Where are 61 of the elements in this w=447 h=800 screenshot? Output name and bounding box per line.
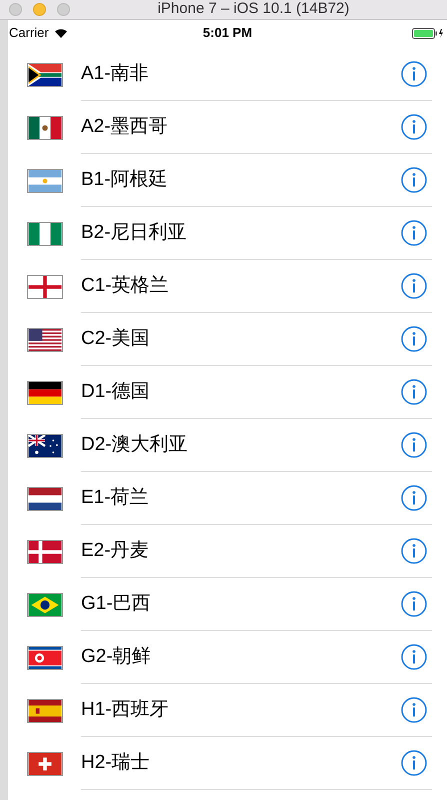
country-label: G1-巴西 <box>81 592 151 616</box>
carrier-label: Carrier <box>9 24 49 42</box>
battery-icon <box>412 28 444 38</box>
flag-icon <box>27 62 63 86</box>
info-icon[interactable] <box>401 379 427 405</box>
info-icon[interactable] <box>401 591 427 617</box>
country-label: E1-荷兰 <box>81 486 149 510</box>
country-label: A1-南非 <box>81 62 149 86</box>
flag-icon <box>27 540 63 564</box>
table-row[interactable]: B2-尼日利亚 <box>8 207 447 260</box>
flag-icon <box>27 592 63 616</box>
table-row[interactable]: G1-巴西 <box>8 578 447 631</box>
flag-icon <box>27 222 63 246</box>
wifi-icon <box>54 28 68 38</box>
flag-icon <box>27 168 63 192</box>
country-label: E2-丹麦 <box>81 538 149 563</box>
info-icon[interactable] <box>401 485 427 511</box>
table-row[interactable]: A1-南非 <box>8 48 447 101</box>
info-icon[interactable] <box>401 432 427 458</box>
flag-icon <box>27 752 63 776</box>
table-row[interactable]: E1-荷兰 <box>8 472 447 525</box>
table-row[interactable]: H1-西班牙 <box>8 684 447 737</box>
country-label: B2-尼日利亚 <box>81 220 187 245</box>
country-label: H2-瑞士 <box>81 750 150 775</box>
window-title: iPhone 7 – iOS 10.1 (14B72) <box>156 0 350 20</box>
table-row[interactable]: D2-澳大利亚 <box>8 419 447 472</box>
flag-icon <box>27 274 63 298</box>
flag-icon <box>27 486 63 510</box>
status-time: 5:01 PM <box>202 24 252 42</box>
table-row[interactable]: D1-德国 <box>8 366 447 419</box>
flag-icon <box>27 116 63 140</box>
flag-icon <box>27 646 63 670</box>
table-row[interactable]: C2-美国 <box>8 313 447 366</box>
table-row[interactable]: C1-英格兰 <box>8 260 447 313</box>
country-label: A2-墨西哥 <box>81 114 168 139</box>
info-icon[interactable] <box>401 697 427 723</box>
table-row[interactable]: B1-阿根廷 <box>8 154 447 207</box>
country-label: D1-德国 <box>81 380 150 404</box>
country-label: D2-澳大利亚 <box>81 432 188 457</box>
info-icon[interactable] <box>401 167 427 193</box>
info-icon[interactable] <box>401 273 427 299</box>
country-label: G2-朝鲜 <box>81 644 151 669</box>
info-icon[interactable] <box>401 538 427 564</box>
flag-icon <box>27 434 63 458</box>
info-icon[interactable] <box>401 220 427 246</box>
flag-icon <box>27 698 63 722</box>
info-icon[interactable] <box>401 326 427 352</box>
table-row[interactable]: H2-瑞士 <box>8 737 447 790</box>
info-icon[interactable] <box>401 750 427 776</box>
info-icon[interactable] <box>401 61 427 87</box>
table-row[interactable]: E2-丹麦 <box>8 525 447 578</box>
table-row[interactable]: G2-朝鲜 <box>8 631 447 684</box>
info-icon[interactable] <box>401 114 427 140</box>
info-icon[interactable] <box>401 644 427 670</box>
country-label: C2-美国 <box>81 326 150 351</box>
country-label: H1-西班牙 <box>81 698 169 722</box>
table-row[interactable]: A2-墨西哥 <box>8 101 447 154</box>
country-label: B1-阿根廷 <box>81 168 168 192</box>
flag-icon <box>27 328 63 352</box>
flag-icon <box>27 380 63 404</box>
country-label: C1-英格兰 <box>81 274 169 298</box>
